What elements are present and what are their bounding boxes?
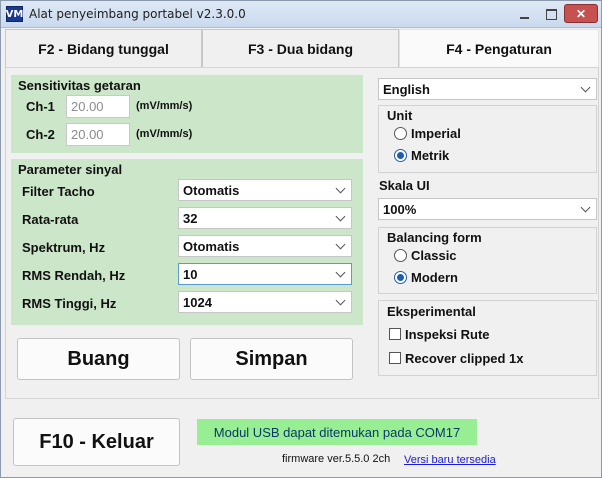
- ch2-sensitivity-input[interactable]: [66, 123, 130, 146]
- modern-label[interactable]: Modern: [411, 270, 458, 285]
- title-bar: VM Alat penyeimbang portabel v2.3.0.0 ✕: [1, 1, 601, 28]
- minimize-button[interactable]: [511, 5, 537, 23]
- exit-button[interactable]: F10 - Keluar: [13, 418, 180, 466]
- imperial-label[interactable]: Imperial: [411, 126, 461, 141]
- radio-imperial-icon[interactable]: [394, 127, 407, 140]
- chevron-down-icon: [582, 86, 590, 94]
- chevron-down-icon: [582, 206, 590, 214]
- route-inspection-label[interactable]: Inspeksi Rute: [405, 327, 490, 342]
- chevron-down-icon: [337, 271, 345, 279]
- averaging-select[interactable]: 32: [178, 207, 352, 229]
- rms-high-value: 1024: [183, 295, 212, 310]
- window-title: Alat penyeimbang portabel v2.3.0.0: [29, 7, 246, 21]
- classic-label[interactable]: Classic: [411, 248, 457, 263]
- maximize-button[interactable]: [538, 5, 564, 23]
- rms-high-select[interactable]: 1024: [178, 291, 352, 313]
- tab-bar: F2 - Bidang tunggal F3 - Dua bidang F4 -…: [1, 29, 601, 67]
- recover-clipped-label[interactable]: Recover clipped 1x: [405, 351, 524, 366]
- sensitivity-title: Sensitivitas getaran: [18, 78, 141, 93]
- save-button[interactable]: Simpan: [190, 338, 353, 380]
- update-available-link[interactable]: Versi baru tersedia: [404, 454, 496, 466]
- discard-button[interactable]: Buang: [17, 338, 180, 380]
- chevron-down-icon: [337, 187, 345, 195]
- experimental-title: Eksperimental: [387, 304, 476, 319]
- language-value: English: [383, 82, 430, 97]
- ch1-label: Ch-1: [26, 99, 55, 114]
- route-inspection-checkbox[interactable]: [389, 328, 401, 340]
- ui-scale-value: 100%: [383, 202, 417, 217]
- spectrum-value: Otomatis: [183, 239, 240, 254]
- ui-scale-select[interactable]: 100%: [378, 198, 597, 220]
- app-logo-icon: VM: [6, 6, 23, 22]
- tacho-filter-select[interactable]: Otomatis: [178, 179, 352, 201]
- tab-settings[interactable]: F4 - Pengaturan: [399, 29, 599, 67]
- radio-classic-icon[interactable]: [394, 249, 407, 262]
- radio-modern-icon[interactable]: [394, 271, 407, 284]
- language-select[interactable]: English: [378, 78, 597, 100]
- ch1-unit: (mV/mm/s): [136, 100, 193, 112]
- rms-high-label: RMS Tinggi, Hz: [22, 296, 117, 311]
- sensitivity-panel: Sensitivitas getaran Ch-1 (mV/mm/s) Ch-2…: [11, 75, 363, 153]
- rms-low-select[interactable]: 10: [178, 263, 352, 285]
- balancing-form-title: Balancing form: [387, 230, 482, 245]
- metric-label[interactable]: Metrik: [411, 148, 449, 163]
- ch2-label: Ch-2: [26, 127, 55, 142]
- unit-title: Unit: [387, 108, 413, 123]
- close-button[interactable]: ✕: [564, 4, 598, 23]
- spectrum-label: Spektrum, Hz: [22, 240, 106, 255]
- firmware-version: firmware ver.5.5.0 2ch: [282, 453, 391, 465]
- unit-group: Unit Imperial Metrik: [378, 105, 597, 173]
- rms-low-label: RMS Rendah, Hz: [22, 268, 126, 283]
- signal-parameters-panel: Parameter sinyal Filter Tacho Otomatis R…: [11, 159, 363, 325]
- balancing-form-group: Balancing form Classic Modern: [378, 227, 597, 294]
- radio-metric-icon[interactable]: [394, 149, 407, 162]
- app-window: VM Alat penyeimbang portabel v2.3.0.0 ✕ …: [0, 0, 602, 478]
- tacho-filter-label: Filter Tacho: [22, 184, 95, 199]
- ui-scale-title: Skala UI: [379, 178, 430, 193]
- tacho-filter-value: Otomatis: [183, 183, 240, 198]
- tab-single-plane[interactable]: F2 - Bidang tunggal: [5, 29, 202, 67]
- experimental-group: Eksperimental Inspeksi Rute Recover clip…: [378, 300, 597, 376]
- chevron-down-icon: [337, 215, 345, 223]
- signal-parameters-title: Parameter sinyal: [18, 162, 123, 177]
- tab-two-plane[interactable]: F3 - Dua bidang: [202, 29, 399, 67]
- chevron-down-icon: [337, 243, 345, 251]
- rms-low-value: 10: [183, 267, 198, 282]
- chevron-down-icon: [337, 299, 345, 307]
- recover-clipped-checkbox[interactable]: [389, 352, 401, 364]
- usb-status-banner: Modul USB dapat ditemukan pada COM17: [197, 419, 477, 445]
- averaging-value: 32: [183, 211, 198, 226]
- ch2-unit: (mV/mm/s): [136, 128, 193, 140]
- averaging-label: Rata-rata: [22, 212, 79, 227]
- spectrum-select[interactable]: Otomatis: [178, 235, 352, 257]
- ch1-sensitivity-input[interactable]: [66, 95, 130, 118]
